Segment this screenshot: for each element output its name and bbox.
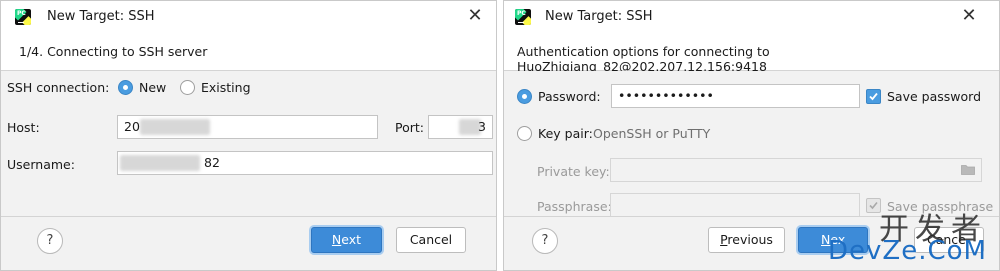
connection-form: SSH connection: New Existing Host: 20 Po… xyxy=(1,71,496,216)
radio-existing[interactable] xyxy=(180,80,195,95)
next-button[interactable]: Nex xyxy=(798,227,868,253)
password-label[interactable]: Password: xyxy=(538,89,601,104)
check-icon xyxy=(869,201,878,210)
radio-key-pair[interactable] xyxy=(517,126,532,141)
help-button[interactable]: ? xyxy=(37,228,63,254)
host-input[interactable]: 20 xyxy=(117,115,378,139)
close-icon[interactable]: ✕ xyxy=(957,5,981,29)
private-key-label: Private key: xyxy=(537,164,610,179)
dialog-new-target-ssh-step1: PC New Target: SSH ✕ 1/4. Connecting to … xyxy=(0,0,497,271)
redacted-blur xyxy=(120,155,200,171)
check-icon xyxy=(869,92,878,101)
dialog-footer: ? Next Cancel xyxy=(1,216,496,270)
previous-label-rest: revious xyxy=(727,232,773,247)
radio-new-label[interactable]: New xyxy=(139,80,166,95)
next-label-rest: ex xyxy=(830,232,846,247)
password-value: ••••••••••••• xyxy=(618,88,714,103)
cancel-button[interactable]: Cancel xyxy=(396,227,466,253)
cancel-button[interactable]: Cance xyxy=(914,227,984,253)
username-label: Username: xyxy=(7,157,75,172)
pycharm-icon: PC xyxy=(15,9,31,25)
private-key-input[interactable] xyxy=(610,158,982,182)
username-value: 82 xyxy=(204,155,220,170)
ssh-connection-label: SSH connection: xyxy=(7,80,110,95)
save-password-checkbox[interactable] xyxy=(866,89,881,104)
save-passphrase-label[interactable]: Save passphrase xyxy=(887,199,993,214)
save-passphrase-checkbox[interactable] xyxy=(866,198,881,213)
port-label: Port: xyxy=(395,120,424,135)
title-bar: PC New Target: SSH ✕ xyxy=(504,1,999,33)
step-header: 1/4. Connecting to SSH server xyxy=(1,33,496,71)
host-value: 20 xyxy=(124,119,140,134)
previous-button[interactable]: Previous xyxy=(708,227,785,253)
redacted-blur xyxy=(140,119,210,135)
title-bar: PC New Target: SSH ✕ xyxy=(1,1,496,33)
folder-icon[interactable] xyxy=(961,164,975,175)
password-input[interactable]: ••••••••••••• xyxy=(611,84,860,108)
auth-title: Authentication options for connecting to… xyxy=(517,44,770,74)
next-mnemonic: N xyxy=(821,232,831,247)
host-label: Host: xyxy=(7,120,40,135)
key-pair-hint: OpenSSH or PuTTY xyxy=(593,126,711,141)
dialog-footer: ? Previous Nex Cance xyxy=(504,216,999,270)
key-pair-label[interactable]: Key pair: xyxy=(538,126,593,141)
radio-new[interactable] xyxy=(118,80,133,95)
passphrase-label: Passphrase: xyxy=(537,199,612,214)
next-mnemonic: N xyxy=(331,232,342,247)
passphrase-input[interactable] xyxy=(610,193,860,217)
save-password-label[interactable]: Save password xyxy=(887,89,981,104)
dialog-title: New Target: SSH xyxy=(47,9,155,24)
pycharm-icon: PC xyxy=(515,9,531,25)
next-button[interactable]: Next xyxy=(311,227,382,253)
dialog-new-target-ssh-auth: PC New Target: SSH ✕ Authentication opti… xyxy=(503,0,1000,271)
radio-existing-label[interactable]: Existing xyxy=(201,80,251,95)
help-button[interactable]: ? xyxy=(532,228,558,254)
username-input[interactable]: 82 xyxy=(117,151,493,175)
step-title: 1/4. Connecting to SSH server xyxy=(19,44,208,59)
port-value: 3 xyxy=(478,119,486,134)
radio-password[interactable] xyxy=(517,89,532,104)
dialog-title: New Target: SSH xyxy=(545,9,653,24)
port-input[interactable]: 3 xyxy=(428,115,493,139)
auth-header: Authentication options for connecting to… xyxy=(504,33,999,74)
next-label-rest: ext xyxy=(341,232,362,247)
close-icon[interactable]: ✕ xyxy=(463,5,487,29)
auth-form: Password: ••••••••••••• Save password Ke… xyxy=(504,71,999,217)
